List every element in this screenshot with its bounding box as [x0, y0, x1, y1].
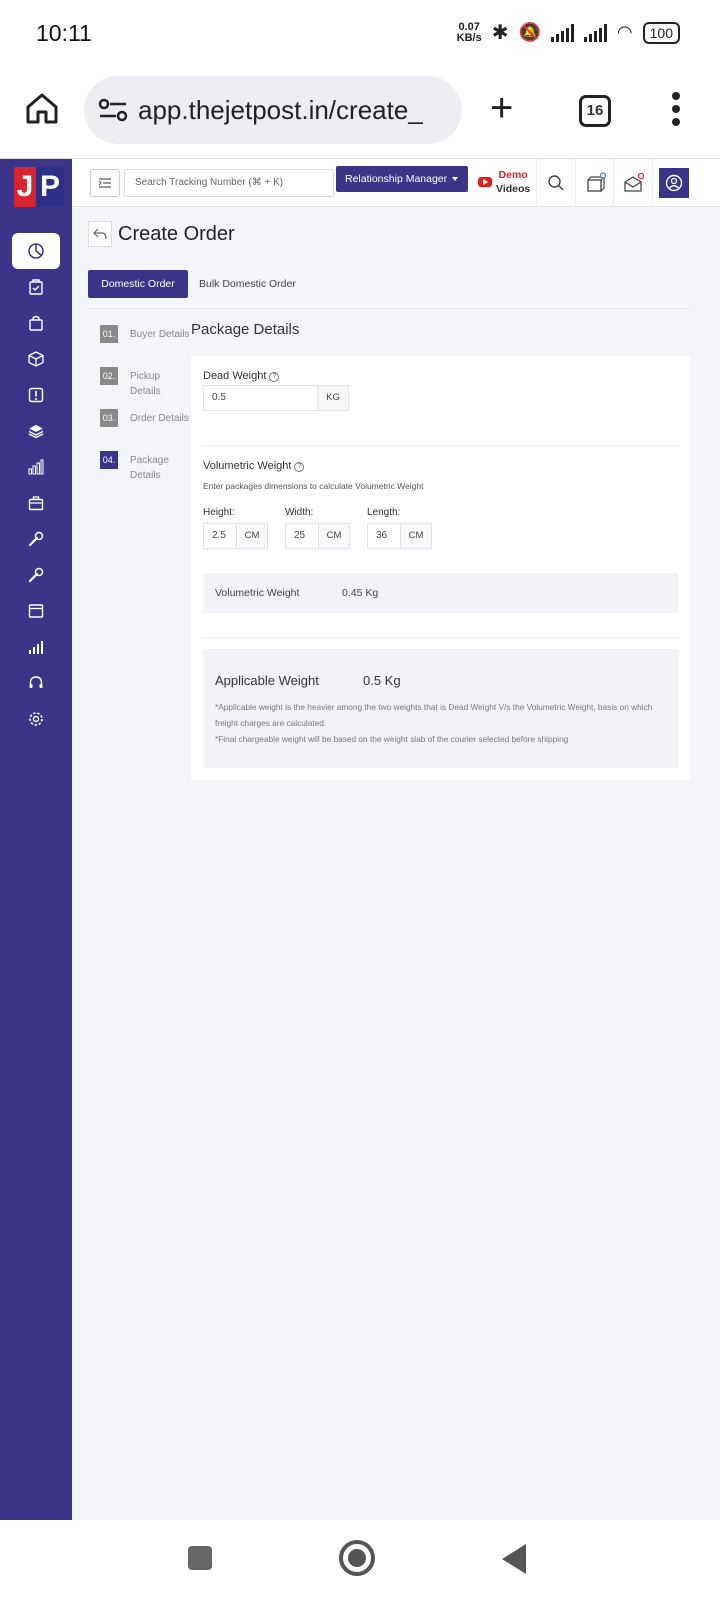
url-bar[interactable]: app.thejetpost.in/create_: [84, 76, 462, 144]
signal-2-icon: [583, 23, 607, 42]
home-circle-icon[interactable]: [339, 1540, 375, 1576]
new-tab-button[interactable]: +: [490, 88, 513, 128]
page-title: Create Order: [118, 223, 235, 245]
net-speed: 0.07 KB/s: [456, 20, 482, 44]
help-icon[interactable]: ?: [269, 372, 280, 382]
length-unit: CM: [400, 523, 432, 549]
applicable-weight-box: Applicable Weight 0.5 Kg *Applicable wei…: [203, 649, 678, 768]
web-content: J P Search Tracking Number (⌘ + K) Relat…: [0, 158, 720, 1521]
briefcase-icon[interactable]: [24, 491, 48, 515]
volumetric-hint: Enter packages dimensions to calculate V…: [203, 481, 424, 491]
youtube-icon: [478, 177, 492, 187]
tab-switcher-button[interactable]: 16: [579, 95, 611, 127]
user-avatar[interactable]: [659, 168, 689, 198]
sidebar-item-dashboard[interactable]: [12, 233, 60, 269]
alert-icon[interactable]: [24, 383, 48, 407]
site-settings-icon[interactable]: [98, 98, 128, 122]
bluetooth-icon: ✱: [491, 22, 509, 44]
wrench-icon[interactable]: [24, 563, 48, 587]
package-details-card: Dead Weight? 0.5 KG Volumetric Weight? E…: [191, 356, 690, 780]
status-bar: 10:11 0.07 KB/s ✱ 🔕 ◠ 100: [0, 0, 720, 66]
box-icon[interactable]: [24, 347, 48, 371]
help-icon[interactable]: ?: [294, 462, 305, 472]
status-time: 10:11: [36, 20, 92, 46]
browser-toolbar: app.thejetpost.in/create_ + 16: [0, 66, 720, 158]
tools-icon[interactable]: [24, 527, 48, 551]
tab-bulk-domestic-order[interactable]: Bulk Domestic Order: [199, 270, 296, 298]
volumetric-weight-result: Volumetric Weight 0.45 Kg: [203, 573, 678, 613]
menu-toggle-icon: [99, 178, 111, 188]
dashboard-icon: [28, 243, 44, 259]
volumetric-weight-label: Volumetric Weight?: [203, 460, 305, 472]
dead-weight-label: Dead Weight?: [203, 370, 280, 382]
home-icon[interactable]: [24, 90, 60, 126]
relationship-manager-dropdown[interactable]: Relationship Manager: [336, 166, 468, 192]
user-icon: [665, 174, 683, 192]
length-input[interactable]: 36: [367, 523, 401, 549]
height-input[interactable]: 2.5: [203, 523, 237, 549]
window-icon[interactable]: [24, 599, 48, 623]
chargeable-note: *Final chargeable weight will be based o…: [215, 734, 569, 744]
section-title: Package Details: [191, 321, 300, 338]
status-icons: 0.07 KB/s ✱ 🔕 ◠ 100: [457, 20, 680, 45]
battery-icon: 100: [642, 21, 680, 44]
back-button[interactable]: [88, 221, 112, 247]
android-nav-bar: [0, 1520, 720, 1600]
chart-icon[interactable]: [24, 455, 48, 479]
length-label: Length:: [367, 507, 401, 518]
brand-logo[interactable]: J P: [14, 167, 64, 207]
search-icon[interactable]: [542, 169, 570, 197]
applicable-note: *Applicable weight is the heavier among …: [215, 702, 653, 728]
demo-videos-link[interactable]: Demo Videos: [478, 168, 538, 198]
settings-icon[interactable]: [24, 707, 48, 731]
width-unit: CM: [318, 523, 350, 549]
package-notification-icon[interactable]: [582, 169, 610, 197]
width-input[interactable]: 25: [285, 523, 319, 549]
height-unit: CM: [236, 523, 268, 549]
top-navbar: Search Tracking Number (⌘ + K) Relations…: [72, 159, 720, 207]
sidebar: J P: [0, 159, 72, 1521]
headset-icon[interactable]: [24, 671, 48, 695]
tab-domestic-order[interactable]: Domestic Order: [88, 270, 188, 298]
tracking-search-input[interactable]: Search Tracking Number (⌘ + K): [124, 169, 334, 197]
url-text: app.thejetpost.in/create_: [138, 94, 423, 125]
back-triangle-icon[interactable]: [502, 1544, 526, 1574]
width-label: Width:: [285, 507, 314, 518]
back-arrow-icon: [93, 228, 107, 240]
mute-icon: 🔕: [518, 22, 541, 42]
mail-notification-icon[interactable]: [620, 169, 648, 197]
orders-icon[interactable]: [24, 275, 48, 299]
menu-toggle-button[interactable]: [90, 169, 120, 197]
dead-weight-unit: KG: [317, 385, 349, 411]
browser-menu-icon[interactable]: [672, 92, 680, 131]
layers-icon[interactable]: [24, 419, 48, 443]
signal-icon: [550, 23, 574, 42]
bar-chart-icon[interactable]: [24, 635, 48, 659]
bag-icon[interactable]: [24, 311, 48, 335]
recents-icon[interactable]: [188, 1546, 212, 1570]
dead-weight-input[interactable]: 0.5: [203, 385, 318, 411]
height-label: Height:: [203, 507, 235, 518]
wifi-icon: ◠: [616, 22, 633, 42]
